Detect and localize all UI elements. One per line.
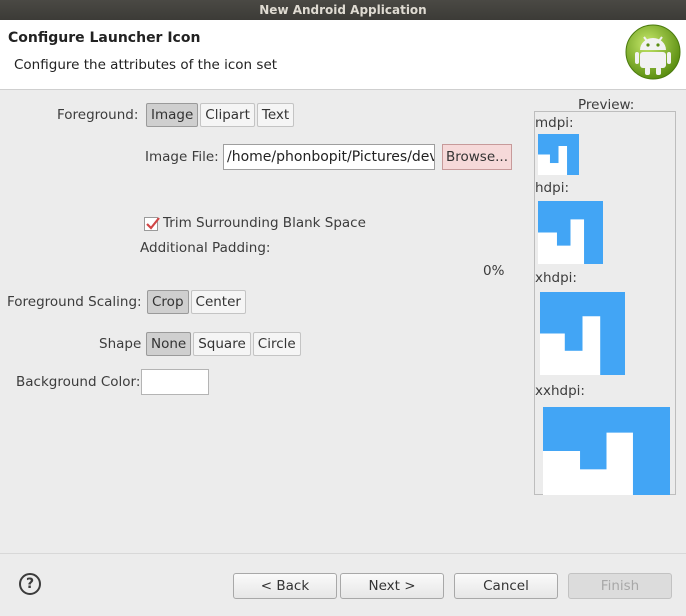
next-button[interactable]: Next > — [340, 573, 444, 599]
preview-xxhdpi-label: xxhdpi: — [535, 383, 585, 399]
foreground-image-button[interactable]: Image — [146, 103, 199, 127]
trim-checkbox[interactable] — [144, 217, 160, 231]
foreground-label: Foreground: — [57, 107, 139, 123]
page-description: Configure the attributes of the icon set — [14, 57, 278, 73]
scaling-label: Foreground Scaling: — [7, 294, 142, 310]
checkmark-icon — [146, 217, 160, 230]
back-button[interactable]: < Back — [233, 573, 337, 599]
shape-none-button[interactable]: None — [146, 332, 192, 356]
xxhdpi-icon-preview — [543, 407, 670, 495]
trim-label: Trim Surrounding Blank Space — [163, 215, 366, 231]
window-title: New Android Application — [0, 0, 686, 20]
shape-circle-button[interactable]: Circle — [252, 332, 301, 356]
cancel-button[interactable]: Cancel — [454, 573, 558, 599]
android-logo-icon — [625, 24, 681, 80]
shape-label: Shape — [99, 336, 142, 352]
preview-mdpi-label: mdpi: — [535, 115, 574, 131]
wizard-header: Configure Launcher Icon Configure the at… — [0, 20, 686, 90]
image-file-label: Image File: — [145, 149, 219, 165]
xhdpi-icon-preview — [540, 292, 625, 375]
background-color-label: Background Color: — [16, 374, 141, 390]
foreground-text-button[interactable]: Text — [256, 103, 295, 127]
foreground-clipart-button[interactable]: Clipart — [200, 103, 255, 127]
foreground-selector: Image Clipart Text — [146, 103, 296, 127]
shape-selector: None Square Circle — [146, 332, 303, 356]
preview-xhdpi-label: xhdpi: — [535, 270, 577, 286]
page-title: Configure Launcher Icon — [8, 30, 201, 46]
browse-button[interactable]: Browse... — [442, 144, 512, 170]
shape-square-button[interactable]: Square — [193, 332, 251, 356]
padding-label: Additional Padding: — [140, 240, 271, 256]
scaling-selector: Crop Center — [147, 290, 248, 314]
hdpi-icon-preview — [538, 201, 603, 264]
mdpi-icon-preview — [538, 134, 579, 175]
footer-separator — [0, 553, 686, 554]
help-icon[interactable]: ? — [19, 573, 41, 595]
preview-hdpi-label: hdpi: — [535, 180, 569, 196]
scaling-crop-button[interactable]: Crop — [147, 290, 189, 314]
scaling-center-button[interactable]: Center — [190, 290, 246, 314]
background-color-swatch[interactable] — [141, 369, 209, 395]
finish-button[interactable]: Finish — [568, 573, 672, 599]
padding-value: 0% — [483, 263, 505, 279]
image-file-input[interactable]: /home/phonbopit/Pictures/dev — [223, 144, 435, 170]
preview-panel: mdpi: hdpi: xhdpi: xxhdpi: — [534, 111, 676, 495]
